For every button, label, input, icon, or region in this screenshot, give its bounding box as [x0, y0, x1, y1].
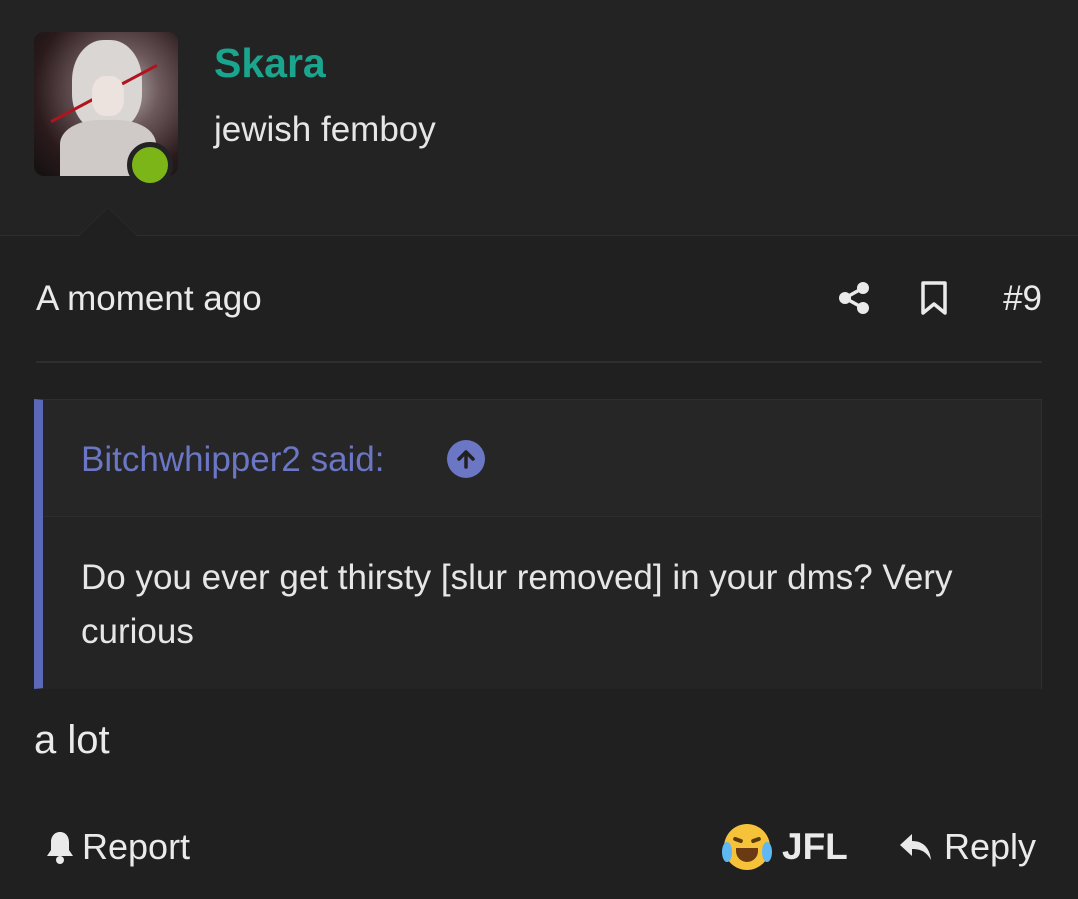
user-header: Skara jewish femboy: [0, 0, 1078, 236]
report-label: Report: [82, 826, 191, 867]
reply-label: Reply: [944, 826, 1037, 867]
jfl-reaction-button[interactable]: JFL: [722, 824, 848, 870]
quote-text: Do you ever get thirsty [slur removed] i…: [43, 517, 1041, 689]
arrow-up-circle-icon[interactable]: [447, 440, 485, 478]
post-meta-row: A moment ago #9: [36, 236, 1042, 363]
jfl-label: JFL: [782, 826, 848, 867]
reply-arrow-icon: [900, 834, 931, 860]
post-body: a lot: [34, 718, 110, 762]
avatar-face: [92, 76, 124, 116]
crying-laughing-emoji-icon: [722, 824, 772, 870]
bell-icon: [47, 832, 73, 864]
user-title: jewish femboy: [214, 110, 436, 149]
post-timestamp[interactable]: A moment ago: [36, 279, 262, 319]
share-icon[interactable]: [836, 280, 872, 316]
post-actions: Report JFL Reply: [0, 820, 1078, 880]
username[interactable]: Skara: [214, 40, 326, 87]
bookmark-icon[interactable]: [918, 280, 950, 316]
post-number[interactable]: #9: [1003, 279, 1042, 319]
quote-author[interactable]: Bitchwhipper2 said:: [81, 440, 385, 480]
header-pointer: [78, 207, 138, 236]
report-button[interactable]: Report: [44, 826, 190, 868]
quote-header: Bitchwhipper2 said:: [43, 400, 1041, 517]
reply-button[interactable]: Reply: [898, 826, 1036, 868]
online-status-indicator: [127, 142, 173, 188]
quote-block: Bitchwhipper2 said: Do you ever get thir…: [34, 399, 1042, 689]
